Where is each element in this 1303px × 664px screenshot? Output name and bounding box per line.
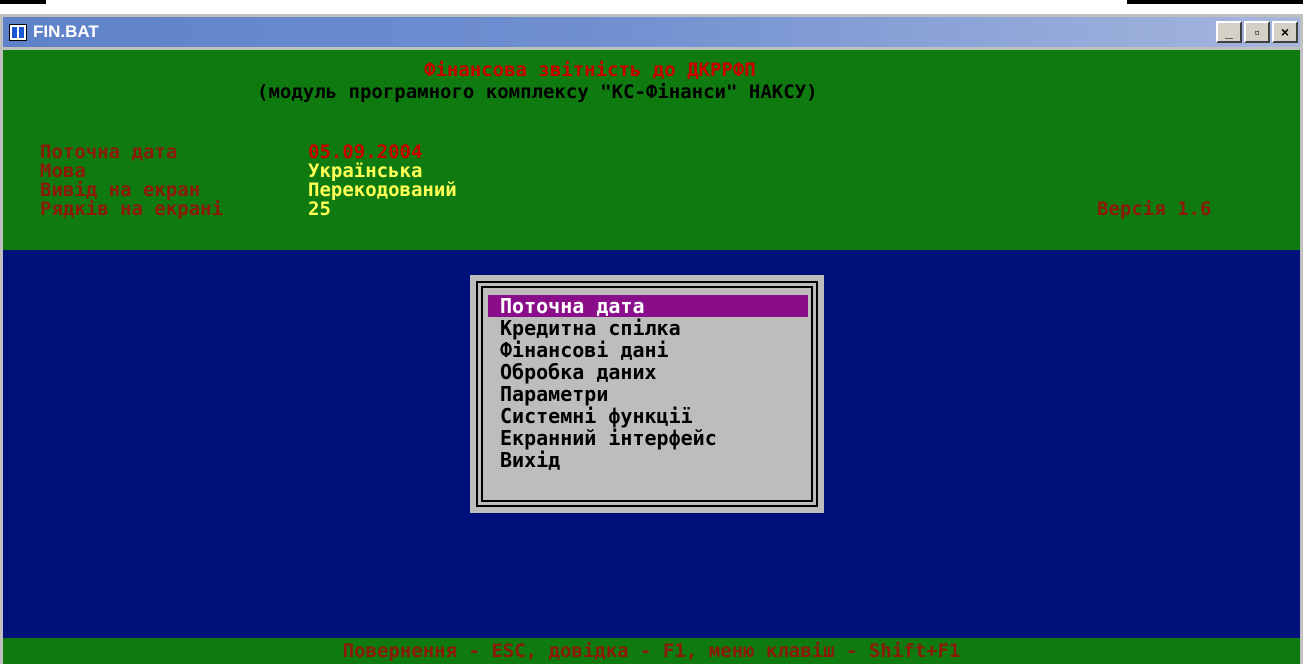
report-subtitle: (модуль програмного комплексу "КС-Фінанс…	[257, 81, 818, 103]
menu-item-financial-data[interactable]: Фінансові дані	[488, 339, 808, 361]
menu-item-data-processing[interactable]: Обробка даних	[488, 361, 808, 383]
screen-edge-left	[0, 0, 46, 4]
report-title: Фінансова звітність до ДКРРФП	[424, 59, 756, 81]
close-icon: ×	[1280, 24, 1290, 40]
version-label: Версія 1.6	[1097, 198, 1212, 220]
close-button[interactable]: ×	[1272, 21, 1298, 43]
minimize-button[interactable]: _	[1216, 21, 1242, 43]
menu-item-system-functions[interactable]: Системні функції	[488, 405, 808, 427]
main-menu: Поточна дата Кредитна спілка Фінансові д…	[470, 275, 824, 513]
status-footer: Повернення - ESC, довідка - F1, меню кла…	[3, 638, 1300, 664]
title-bar[interactable]: FIN.BAT _ ▫ ×	[3, 17, 1300, 47]
field-label-rows: Рядків на екрані	[40, 198, 224, 220]
maximize-button[interactable]: ▫	[1244, 21, 1270, 43]
console-window: FIN.BAT _ ▫ × Фінансова звітність до ДКР…	[0, 14, 1303, 664]
menu-item-current-date[interactable]: Поточна дата	[488, 295, 808, 317]
menu-item-parameters[interactable]: Параметри	[488, 383, 808, 405]
field-value-rows: 25	[308, 198, 331, 220]
menu-item-credit-union[interactable]: Кредитна спілка	[488, 317, 808, 339]
info-header: Фінансова звітність до ДКРРФП (модуль пр…	[3, 50, 1300, 250]
console-screen: Фінансова звітність до ДКРРФП (модуль пр…	[3, 50, 1300, 664]
menu-item-exit[interactable]: Вихід	[488, 449, 808, 471]
menu-list: Поточна дата Кредитна спілка Фінансові д…	[488, 295, 808, 471]
footer-hint: Повернення - ESC, довідка - F1, меню кла…	[342, 640, 961, 662]
menu-item-screen-interface[interactable]: Екранний інтерфейс	[488, 427, 808, 449]
dos-app-icon[interactable]	[9, 23, 27, 41]
screen-edge-right	[1127, 0, 1303, 4]
window-controls: _ ▫ ×	[1216, 21, 1298, 43]
window-title: FIN.BAT	[33, 22, 99, 41]
minimize-icon: _	[1225, 24, 1233, 40]
restore-icon: ▫	[1254, 24, 1260, 40]
